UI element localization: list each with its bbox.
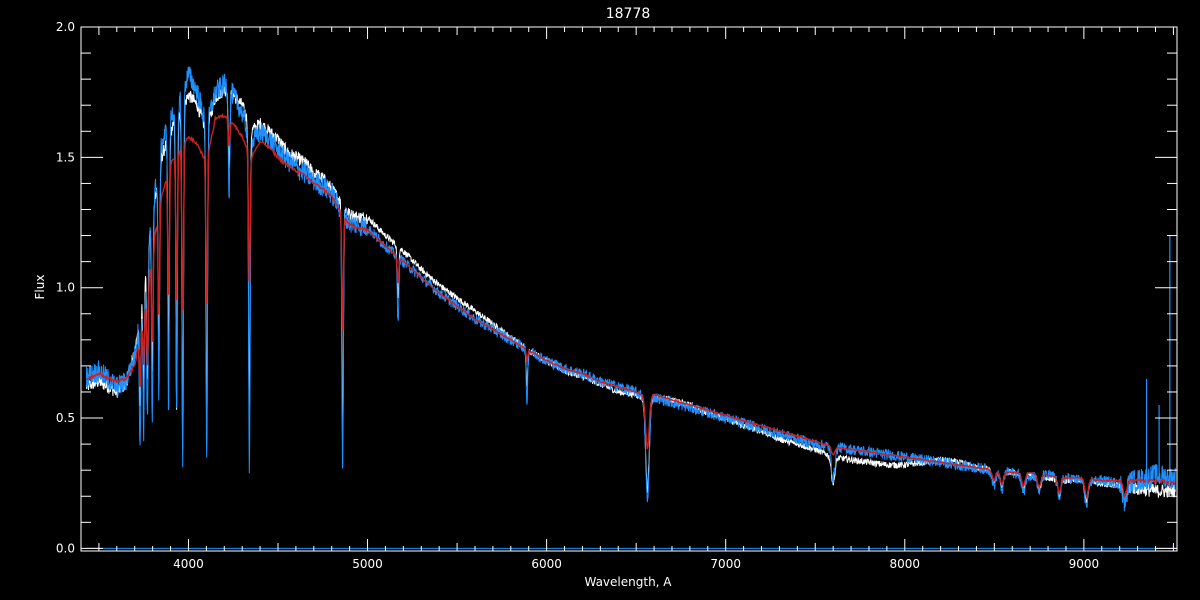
y-axis-label: Flux bbox=[33, 275, 47, 300]
y-tick-label: 0.0 bbox=[56, 541, 75, 555]
spectrum-chart: 18778 Wavelength, A Flux 4000 5000 6000 700… bbox=[0, 0, 1200, 600]
y-tick-label: 2.0 bbox=[56, 20, 75, 34]
chart-background bbox=[0, 0, 1200, 600]
y-tick-label: 0.5 bbox=[56, 411, 75, 425]
x-tick-label: 6000 bbox=[531, 557, 562, 571]
y-tick-label: 1.0 bbox=[56, 281, 75, 295]
x-tick-label: 8000 bbox=[890, 557, 921, 571]
x-tick-label: 9000 bbox=[1069, 557, 1100, 571]
y-tick-label: 1.5 bbox=[56, 150, 75, 164]
x-axis-label: Wavelength, A bbox=[584, 575, 672, 589]
chart-title: 18778 bbox=[606, 6, 651, 22]
x-tick-label: 7000 bbox=[710, 557, 741, 571]
x-tick-label: 5000 bbox=[352, 557, 383, 571]
x-tick-label: 4000 bbox=[173, 557, 204, 571]
